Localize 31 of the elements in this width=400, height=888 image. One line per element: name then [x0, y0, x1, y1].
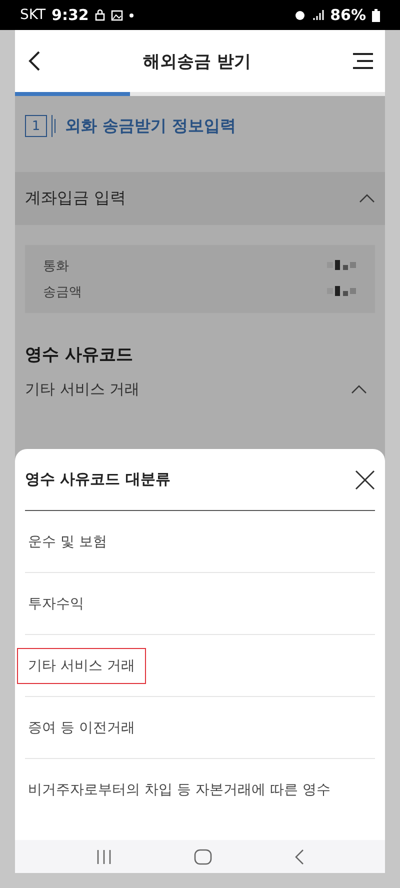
- sheet-title: 영수 사유코드 대분류: [25, 470, 170, 489]
- option-item[interactable]: 기타 서비스 거래: [17, 648, 146, 684]
- option-item[interactable]: 투자수익: [17, 586, 95, 622]
- recent-apps-icon[interactable]: [96, 848, 112, 864]
- alarm-icon: [294, 9, 306, 21]
- step-marker-icon: [51, 115, 57, 137]
- lock-icon: [94, 9, 105, 21]
- field-label: 통화: [43, 258, 69, 275]
- battery-level: 86%: [330, 6, 366, 24]
- option-item[interactable]: 운수 및 보험: [17, 524, 118, 560]
- home-icon[interactable]: [194, 848, 212, 864]
- step-number: 1: [25, 115, 47, 137]
- dot-icon: [128, 12, 134, 18]
- page-title: 해외송금 받기: [143, 50, 251, 72]
- option-item[interactable]: 증여 등 이전거래: [17, 710, 146, 746]
- option-item[interactable]: 비거주자로부터의 차입 등 자본거래에 따른 영수: [17, 772, 342, 808]
- chevron-up-icon[interactable]: [359, 194, 375, 203]
- clock: 9:32: [52, 6, 89, 24]
- battery-icon: [372, 8, 380, 22]
- signal-icon: [312, 9, 324, 21]
- step-title: 외화 송금받기 정보입력: [65, 116, 236, 136]
- selected-value[interactable]: 기타 서비스 거래: [25, 380, 140, 399]
- image-icon: [110, 10, 123, 20]
- back-icon[interactable]: [27, 50, 41, 72]
- carrier-name: SKT: [20, 7, 46, 23]
- field-label: 송금액: [43, 284, 82, 301]
- section-header[interactable]: 계좌입금 입력: [15, 172, 385, 225]
- chevron-up-icon[interactable]: [351, 385, 367, 394]
- close-icon[interactable]: [355, 470, 375, 490]
- menu-icon[interactable]: [352, 53, 373, 69]
- section-title: 영수 사유코드: [25, 344, 134, 366]
